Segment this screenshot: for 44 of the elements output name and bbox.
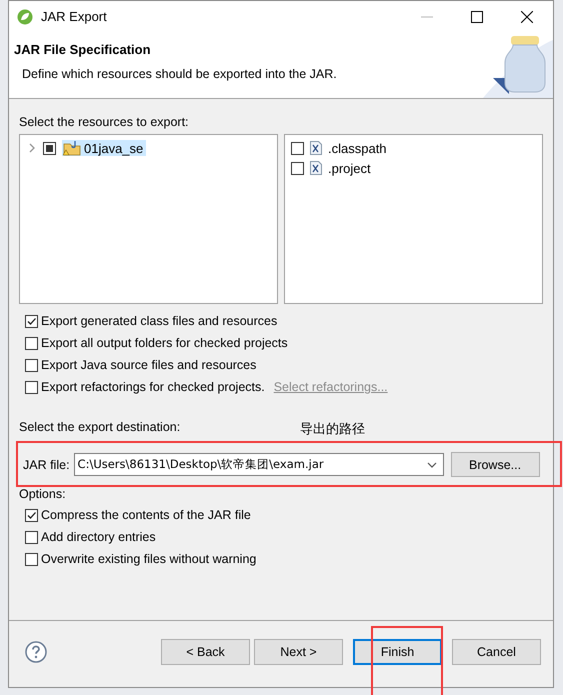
section-label: Options: [19,487,67,501]
dialog-button[interactable]: Cancel [452,639,541,665]
checkbox-label[interactable]: Compress the contents of the JAR file [41,508,251,522]
xml-file-icon [310,161,322,175]
caret-icon[interactable] [426,460,437,470]
window-title: JAR Export [41,9,107,24]
checkbox-label[interactable]: Export Java source files and resources [41,358,256,372]
tree-item[interactable]: 01java_se [62,140,146,156]
checkbox[interactable] [25,314,38,328]
checkbox-label[interactable]: Export generated class files and resources [41,314,278,328]
file-name[interactable]: .project [328,160,371,176]
checkbox-label[interactable]: Export all output folders for checked projects [41,336,288,350]
xml-file-icon [310,141,322,155]
checkbox-label[interactable]: Add directory entries [41,530,156,544]
close-icon[interactable] [521,10,533,22]
jar-path-field[interactable]: C:\Users\86131\Desktop\软帝集团\exam.jar [74,453,444,476]
annotation-text: 导出的路径 [300,421,366,438]
dialog-button[interactable]: Next > [254,639,343,665]
dialog-button[interactable]: < Back [161,639,250,665]
checkbox[interactable] [25,380,38,394]
maximize-icon[interactable] [471,10,483,22]
checkbox[interactable] [291,162,304,174]
checkbox[interactable] [25,358,38,372]
file-name[interactable]: .classpath [328,140,387,156]
section-label: Select the resources to export: [19,115,190,129]
checkbox-label[interactable]: Export refactorings for checked projects. [41,380,265,394]
browse-button[interactable]: Browse... [450,452,540,477]
field-label: JAR file: [23,458,70,472]
checkbox[interactable] [25,508,38,522]
project-folder-icon [63,140,81,156]
dialog-button[interactable]: Finish [353,639,442,665]
checkbox[interactable] [25,336,38,350]
help-icon[interactable] [25,641,47,663]
checkbox[interactable] [291,142,304,154]
page-description: Define which resources should be exported into the JAR. [21,67,338,81]
highlight-frame [371,626,443,695]
checkbox[interactable] [43,142,56,154]
checkbox[interactable] [25,552,38,566]
checkbox[interactable] [25,530,38,544]
checkbox-label[interactable]: Overwrite existing files without warning [41,552,256,566]
section-label: Select the export destination: [19,420,180,436]
chevron-icon[interactable] [27,143,37,153]
page-title: JAR File Specification [14,42,152,57]
leaf-icon [17,8,33,24]
